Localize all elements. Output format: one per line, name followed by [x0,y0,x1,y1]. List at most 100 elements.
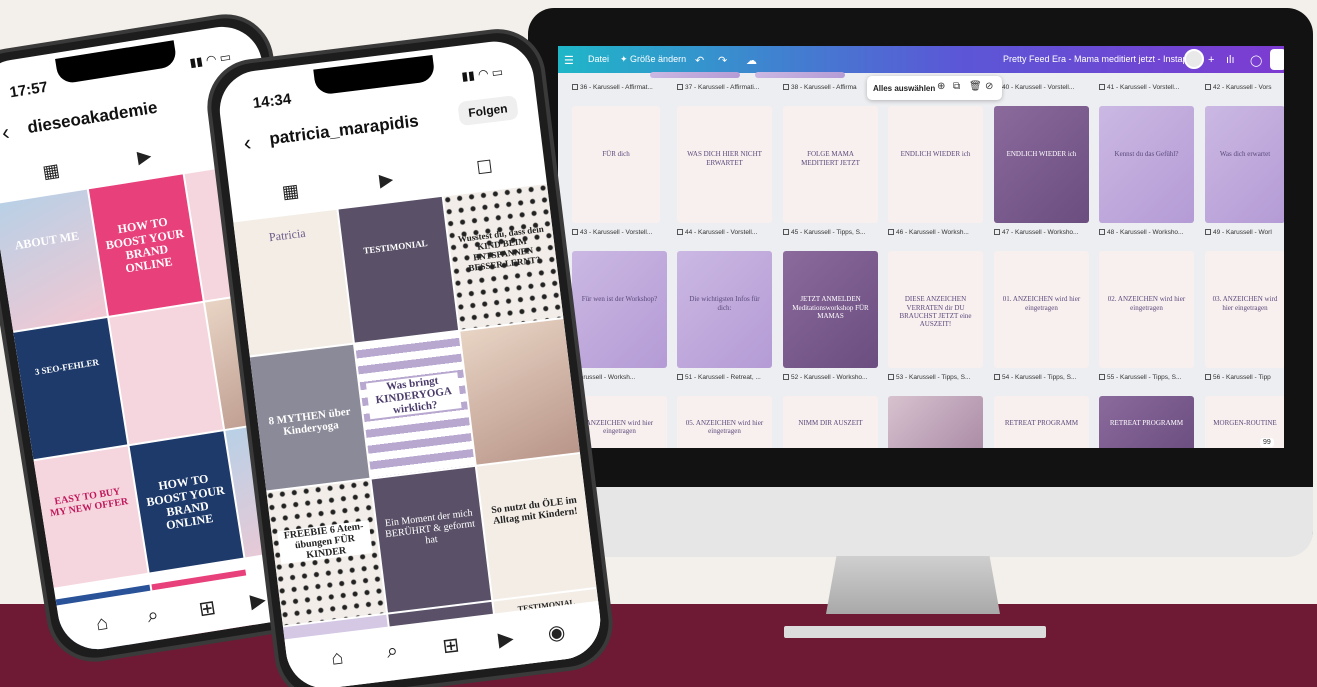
grid-tab-icon[interactable]: ▦ [41,160,61,183]
home-icon[interactable]: ⌂ [330,646,345,670]
post-tile[interactable]: TESTIMONIAL [338,196,459,343]
page-label: 46 - Karussell - Worksh... [888,229,988,236]
status-time: 17:57 [8,78,50,102]
page-label: 47 - Karussell - Worksho... [994,229,1094,236]
thumb-54[interactable]: 01. ANZEICHEN wird hier eingetragen [994,251,1089,368]
redo-icon[interactable]: ↷ [718,54,727,67]
back-icon[interactable]: ‹ [0,119,11,146]
thumb-43[interactable]: FÜR dich [572,106,660,223]
thumb-46[interactable]: ENDLICH WIEDER ich [888,106,983,223]
add-post-icon[interactable]: ⊞ [441,632,461,659]
page-label: 38 - Karussell - Affirma [783,84,863,91]
page-label: 45 - Karussell - Tipps, S... [783,229,883,236]
post-tile[interactable]: ABOUT ME [0,189,107,331]
add-icon[interactable]: + [1208,54,1214,66]
search-icon[interactable]: ⌕ [146,604,161,628]
canva-topbar: ☰ Datei ✦ Größe ändern ↶ ↷ ☁ Pretty Feed… [558,46,1284,73]
undo-icon[interactable]: ↶ [695,54,704,67]
file-menu[interactable]: Datei [588,54,609,64]
home-icon[interactable]: ⌂ [94,612,110,637]
page-label: 56 - Karussell - Tipp [1205,374,1284,381]
post-tile[interactable] [109,302,224,445]
post-tile[interactable]: Patricia [233,209,353,356]
page-label: 53 - Karussell - Tipps, S... [888,374,988,381]
thumb-44[interactable]: WAS DICH HIER NICHT ERWARTET [677,106,772,223]
select-all-button[interactable]: Alles auswählen [873,84,935,93]
page-count-badge: 99 [1260,438,1274,447]
page-label: 48 - Karussell - Worksho... [1099,229,1199,236]
post-tile[interactable]: Wusstest du, dass dein KIND BEIM ENTSPAN… [443,183,564,330]
post-tile[interactable]: HOW TO BOOST YOUR BRAND ONLINE [129,431,244,573]
thumb-50[interactable]: Für wen ist der Workshop? [572,251,667,368]
thumb-45[interactable]: FOLGE MAMA MEDITIERT JETZT [783,106,878,223]
hamburger-menu-icon[interactable]: ☰ [564,54,574,67]
comment-icon[interactable]: ◯ [1250,54,1262,67]
cloud-save-icon[interactable]: ☁ [746,54,757,67]
page-label: 55 - Karussell - Tipps, S... [1099,374,1199,381]
thumb-52[interactable]: JETZT ANMELDEN Meditationsworkshop FÜR M… [783,251,878,368]
thumb-37[interactable] [650,72,740,78]
delete-icon[interactable]: 🗑 [969,81,982,92]
reels-icon[interactable]: ▶ [248,587,268,614]
page-label: 43 - Karussell - Vorstell... [572,229,672,236]
page-label: 44 - Karussell - Vorstell... [677,229,777,236]
thumb-47[interactable]: ENDLICH WIEDER ich [994,106,1089,223]
back-icon[interactable]: ‹ [242,130,252,157]
canva-editor-screen: ☰ Datei ✦ Größe ändern ↶ ↷ ☁ Pretty Feed… [558,46,1284,448]
share-button[interactable] [1270,49,1284,70]
monitor-chin [558,487,1313,557]
resize-button[interactable]: ✦ Größe ändern [620,54,686,65]
page-label: 52 - Karussell - Worksho... [783,374,883,381]
reels-tab-icon[interactable]: ▶ [378,169,394,192]
thumb-49[interactable]: Was dich erwartet [1205,106,1284,223]
post-tile[interactable]: Was bringt KINDERYOGA wirklich? [355,331,475,478]
post-tile[interactable]: So nutzt du ÖLE im Alltag mit Kindern! [476,453,597,600]
thumb-58[interactable]: 05. ANZEICHEN wird hier eingetragen [677,396,772,448]
post-tile[interactable]: Ein Moment der mich BERÜHRT & geformt ha… [371,466,492,613]
thumb-62[interactable]: RETREAT PROGRAMM [1099,396,1194,448]
monitor-stand-base [784,626,1046,638]
post-tile[interactable] [460,318,580,465]
profile-username: dieseoakademie [25,97,159,138]
thumb-53[interactable]: DIESE ANZEICHEN VERRATEN dir DU BRAUCHST… [888,251,983,368]
resize-label: Größe ändern [630,54,687,64]
document-title[interactable]: Pretty Feed Era - Mama meditiert jetzt -… [1003,54,1204,64]
add-page-icon[interactable]: ⊕ [937,81,945,92]
post-tile[interactable]: 3 SEO-FEHLER [13,318,128,460]
thumb-48[interactable]: Kennst du das Gefühl? [1099,106,1194,223]
thumb-55[interactable]: 02. ANZEICHEN wird hier eingetragen [1099,251,1194,368]
thumb-51[interactable]: Die wichtigsten Infos für dich: [677,251,772,368]
page-label: 37 - Karussell - Affirmati... [677,84,777,91]
thumb-60[interactable] [888,396,983,448]
grid-tab-icon[interactable]: ▦ [281,180,300,203]
search-icon[interactable]: ⌕ [385,640,399,664]
status-time: 14:34 [251,90,293,113]
tagged-tab-icon[interactable]: ☐ [475,157,494,180]
post-tile[interactable]: FREEBIE 6 Atem-übungen FÜR KINDER [266,479,387,626]
thumb-38[interactable] [755,72,845,78]
page-label: 36 - Karussell - Affirmat... [572,84,672,91]
hide-icon[interactable]: ⊘ [985,81,993,92]
reels-icon[interactable]: ▶ [497,626,515,653]
duplicate-icon[interactable]: ⧉ [953,81,960,92]
post-tile[interactable]: HOW TO BOOST YOUR BRAND ONLINE [88,174,203,316]
page-label: 49 - Karussell - Worl [1205,229,1284,236]
monitor-stand [826,556,1000,614]
thumb-56[interactable]: 03. ANZEICHEN wird hier eingetragen [1205,251,1284,368]
page-label: 51 - Karussell - Retreat, ... [677,374,777,381]
page-label: 42 - Karussell - Vors [1205,84,1284,91]
thumb-61[interactable]: RETREAT PROGRAMM [994,396,1089,448]
selection-toolbar: Alles auswählen ⊕ ⧉ 🗑 ⊘ [867,76,1002,100]
post-tile[interactable]: EASY TO BUY MY NEW OFFER [33,446,148,588]
profile-avatar-icon[interactable]: ◉ [546,619,566,646]
analytics-icon[interactable]: ılı [1226,54,1235,66]
thumb-59[interactable]: NIMM DIR AUSZEIT [783,396,878,448]
add-post-icon[interactable]: ⊞ [197,595,217,622]
follow-button[interactable]: Folgen [457,95,519,127]
profile-username: patricia_marapidis [268,111,420,149]
user-avatar[interactable] [1184,49,1204,69]
phone-right-screen: 14:34 ▮▮ ◠ ▭ ‹ patricia_marapidis Folgen… [215,37,605,687]
page-label: 40 - Karussell - Vorstell... [994,84,1094,91]
reels-tab-icon[interactable]: ▶ [136,145,153,168]
post-tile[interactable]: 8 MYTHEN über Kinderyoga [249,344,370,491]
